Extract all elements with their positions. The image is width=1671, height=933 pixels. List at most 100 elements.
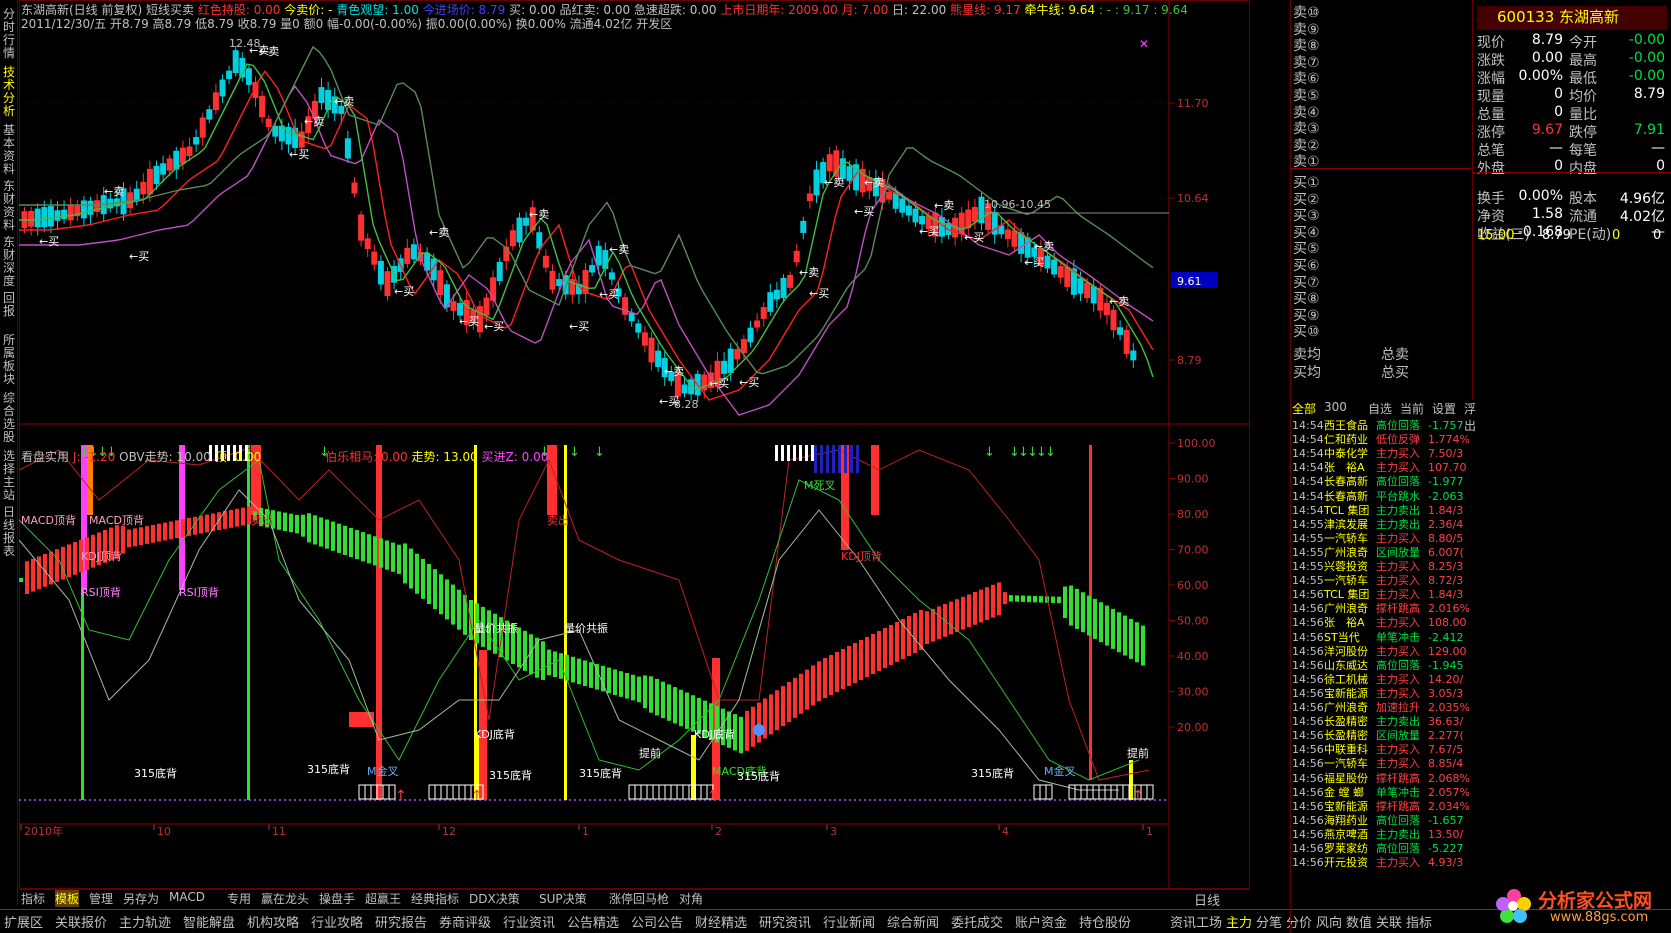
radar-row[interactable]: 14:56 广州浪奇 加速拉升 2.035% bbox=[1292, 700, 1472, 715]
indicator-tab[interactable]: DDX决策 bbox=[469, 890, 520, 907]
radar-row[interactable]: 14:55 津滨发展 主力卖出 2.36/4 bbox=[1292, 517, 1472, 532]
radar-row[interactable]: 14:56 开元投资 主力买入 4.93/3 bbox=[1292, 855, 1472, 870]
extension-tab[interactable]: 扩展区 bbox=[4, 912, 43, 931]
radar-row[interactable]: 14:55 兴蓉投资 主力买入 8.25/3 bbox=[1292, 559, 1472, 574]
candle-body bbox=[800, 220, 807, 233]
radar-row[interactable]: 14:54 长春高新 平台跳水 -2.063 bbox=[1292, 489, 1472, 504]
signal-text-label: MACD顶背 bbox=[21, 513, 76, 527]
kline-chart[interactable]: 11.70 10.64 9.61 8.79 100.00 90.00 80.00 70.00 6… bbox=[19, 0, 1250, 890]
signal-bar bbox=[376, 445, 382, 800]
indicator-tab[interactable]: 管理 bbox=[89, 890, 113, 907]
extension-tab[interactable]: 行业资讯 bbox=[503, 912, 555, 931]
radar-row[interactable]: 14:55 广州浪奇 区间放量 6.007( bbox=[1292, 545, 1472, 560]
tab-stock-picker[interactable]: 综合选股 bbox=[1, 392, 17, 444]
extension-tab[interactable]: 行业新闻 bbox=[823, 912, 875, 931]
radar-row[interactable]: 14:54 仁和药业 低位反弹 1.774% bbox=[1292, 432, 1472, 447]
extension-tab[interactable]: 综合新闻 bbox=[887, 912, 939, 931]
period-daily-tab[interactable]: 日线 bbox=[1194, 890, 1220, 909]
candle-body bbox=[641, 332, 648, 346]
indicator-tab[interactable]: 赢在龙头 bbox=[261, 890, 309, 907]
radar-filter-tab[interactable]: 300 bbox=[1324, 400, 1347, 414]
trend-bar bbox=[31, 558, 35, 592]
radar-row[interactable]: 14:56 广州浪奇 撑杆跳高 2.016% bbox=[1292, 601, 1472, 616]
radar-row[interactable]: 14:55 一汽轿车 主力买入 8.80/5 bbox=[1292, 531, 1472, 546]
indicator-tab[interactable]: 另存为 bbox=[123, 890, 159, 907]
extension-tab[interactable]: 关联报价 bbox=[55, 912, 107, 931]
radar-filter-tab[interactable]: 设置 bbox=[1432, 400, 1456, 417]
chart-area[interactable]: 11.70 10.64 9.61 8.79 100.00 90.00 80.00 70.00 6… bbox=[19, 0, 1250, 890]
radar-row[interactable]: 14:56 TCL 集团 主力买入 1.84/3 bbox=[1292, 587, 1472, 602]
radar-row[interactable]: 14:56 徐工机械 主力买入 14.20/ bbox=[1292, 672, 1472, 687]
extension-tab[interactable]: 研究报告 bbox=[375, 912, 427, 931]
extension-tab[interactable]: 行业攻略 bbox=[311, 912, 363, 931]
indicator-tab[interactable]: SUP决策 bbox=[539, 890, 587, 907]
extension-tab[interactable]: 研究资讯 bbox=[759, 912, 811, 931]
extension-tab[interactable]: 公司公告 bbox=[631, 912, 683, 931]
radar-row[interactable]: 14:56 ST当代 单笔冲击 -2.412 bbox=[1292, 630, 1472, 645]
indicator-tab[interactable]: MACD bbox=[169, 890, 205, 904]
radar-tab[interactable]: 资讯工场 bbox=[1170, 912, 1222, 931]
radar-row[interactable]: 14:56 金 螳 螂单笔冲击 2.057% bbox=[1292, 785, 1472, 800]
radar-row[interactable]: 14:54 张 裕A 主力买入 107.70 bbox=[1292, 460, 1472, 475]
tab-intraday[interactable]: 分时行情 bbox=[1, 8, 17, 60]
radar-filter-tab[interactable]: 当前 bbox=[1400, 400, 1424, 417]
tab-em-depth[interactable]: 东财深度 bbox=[1, 236, 17, 288]
radar-filter-tab[interactable]: 全部 bbox=[1292, 400, 1316, 417]
radar-filter-tab[interactable]: 自选 bbox=[1368, 400, 1392, 417]
tab-sector[interactable]: 所属板块 bbox=[1, 334, 17, 386]
extension-tab[interactable]: 主力轨迹 bbox=[119, 912, 171, 931]
radar-row[interactable]: 14:56 洋河股份 主力买入 129.00 bbox=[1292, 644, 1472, 659]
indicator-tab[interactable]: 操盘手 bbox=[319, 890, 355, 907]
candle-body bbox=[146, 168, 153, 195]
radar-row[interactable]: 14:56 中联重科 主力买入 7.67/5 bbox=[1292, 742, 1472, 757]
extension-tab[interactable]: 委托成交 bbox=[951, 912, 1003, 931]
trend-bar bbox=[1093, 598, 1097, 639]
extension-tab[interactable]: 持仓股份 bbox=[1079, 912, 1131, 931]
radar-row[interactable]: 14:56 燕京啤酒 主力卖出 13.50/ bbox=[1292, 827, 1472, 842]
quote-label: 总笔 bbox=[1477, 143, 1505, 159]
radar-row[interactable]: 14:56 山东威达 高位回落 -1.945 bbox=[1292, 658, 1472, 673]
radar-time: 14:56 bbox=[1292, 757, 1324, 771]
indicator-tab[interactable]: 涨停回马枪 bbox=[609, 890, 669, 907]
extension-tab[interactable]: 账户资金 bbox=[1015, 912, 1067, 931]
indicator-tab[interactable]: 指标 bbox=[21, 890, 45, 907]
indicator-tab[interactable]: 对角 bbox=[679, 890, 703, 907]
radar-row[interactable]: 14:56 张 裕A 主力买入 108.00 bbox=[1292, 615, 1472, 630]
tab-select-server[interactable]: 选择主站 bbox=[1, 450, 17, 502]
extension-tab[interactable]: 财经精选 bbox=[695, 912, 747, 931]
tab-daily-report[interactable]: 日线报表 bbox=[1, 506, 17, 558]
candle-body bbox=[1011, 230, 1018, 247]
radar-row[interactable]: 14:56 宝新能源 撑杆跳高 2.034% bbox=[1292, 799, 1472, 814]
indicator-tab[interactable]: 经典指标 bbox=[411, 890, 459, 907]
radar-row[interactable]: 14:56 宝新能源 主力买入 3.05/3 bbox=[1292, 686, 1472, 701]
radar-row[interactable]: 14:55 一汽轿车 主力买入 8.72/3 bbox=[1292, 573, 1472, 588]
radar-row[interactable]: 14:56 长盈精密 主力卖出 36.63/ bbox=[1292, 714, 1472, 729]
quote-label: 股本 bbox=[1569, 191, 1597, 207]
indicator-tab[interactable]: 模板 bbox=[55, 890, 80, 907]
radar-row[interactable]: 14:56 长盈精密 区间放量 2.277( bbox=[1292, 728, 1472, 743]
candle-body bbox=[61, 209, 68, 220]
extension-tab[interactable]: 智能解盘 bbox=[183, 912, 235, 931]
indicator-tab[interactable]: 超赢王 bbox=[365, 890, 401, 907]
extension-tab[interactable]: 公告精选 bbox=[567, 912, 619, 931]
radar-row[interactable]: 14:56 罗莱家纺 高位回落 -5.227 bbox=[1292, 841, 1472, 856]
radar-row[interactable]: 14:56 一汽轿车 主力买入 8.85/4 bbox=[1292, 756, 1472, 771]
sell-signal-label: ←卖 bbox=[334, 95, 354, 108]
radar-row[interactable]: 14:54 中泰化学 主力买入 7.50/3 bbox=[1292, 446, 1472, 461]
signal-text-label: 量价共振 bbox=[474, 621, 518, 635]
tab-return[interactable]: 回报 bbox=[1, 292, 17, 322]
extension-tab[interactable]: 券商评级 bbox=[439, 912, 491, 931]
tab-basic-info[interactable]: 基本资料 bbox=[1, 124, 17, 176]
radar-row[interactable]: 14:56 福星股份 撑杆跳高 2.068% bbox=[1292, 771, 1472, 786]
radar-tab[interactable]: 主力 bbox=[1226, 912, 1252, 931]
radar-event: 主力买入 bbox=[1376, 447, 1420, 461]
indicator-tab[interactable]: 专用 bbox=[227, 890, 251, 907]
radar-row[interactable]: 14:54 TCL 集团 主力卖出 1.84/3 bbox=[1292, 503, 1472, 518]
radar-row[interactable]: 14:56 海翔药业 高位回落 -1.657 bbox=[1292, 813, 1472, 828]
tab-em-info[interactable]: 东财资料 bbox=[1, 180, 17, 232]
extension-tab[interactable]: 机构攻略 bbox=[247, 912, 299, 931]
radar-tab[interactable]: 分笔 bbox=[1256, 912, 1282, 931]
radar-row[interactable]: 14:54 西王食品 高位回落 -1.757 bbox=[1292, 418, 1472, 433]
tab-technical[interactable]: 技术分析 bbox=[1, 66, 17, 118]
radar-row[interactable]: 14:54 长春高新 高位回落 -1.977 bbox=[1292, 474, 1472, 489]
